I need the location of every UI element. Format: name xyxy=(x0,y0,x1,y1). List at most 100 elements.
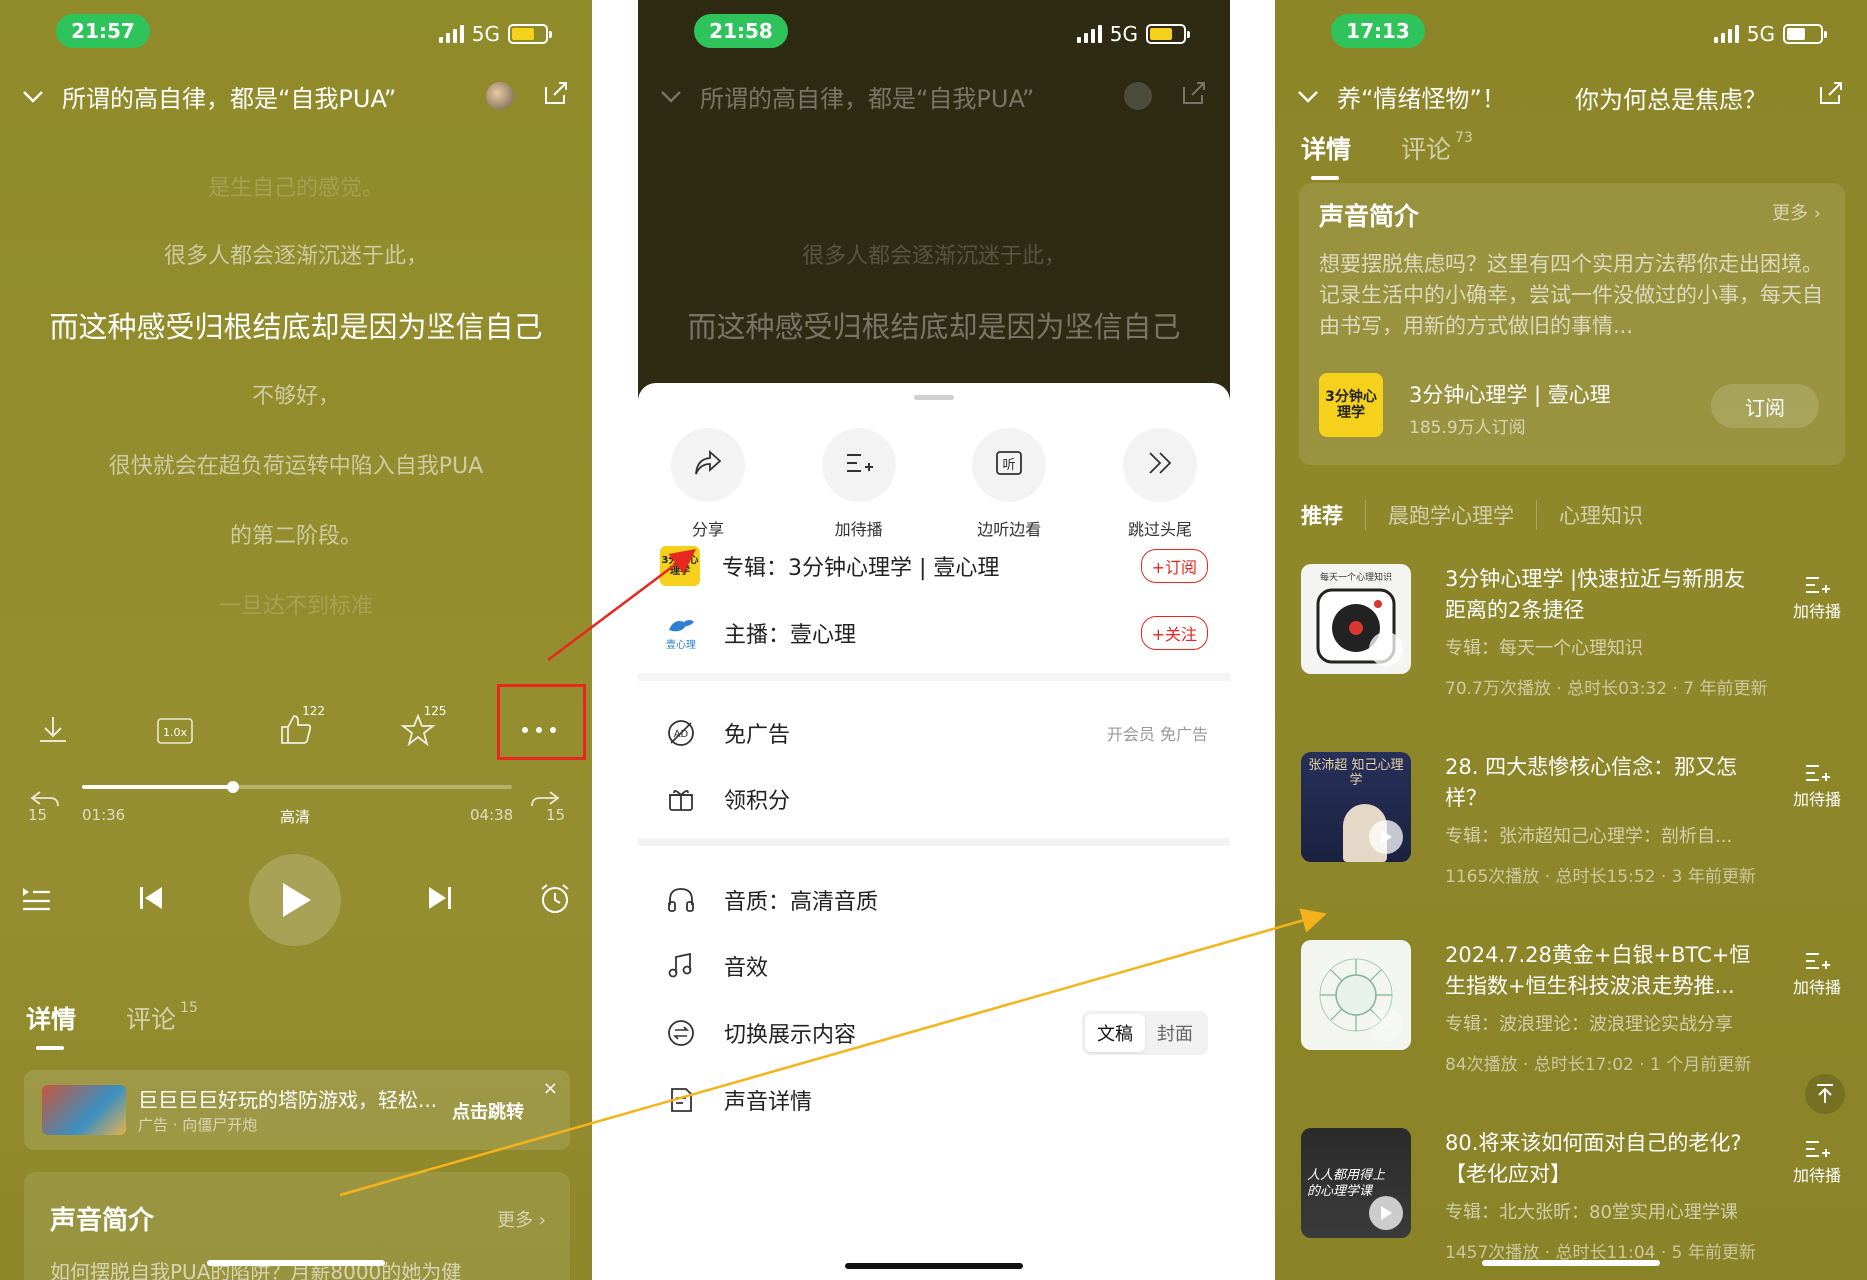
skip-chevrons-icon xyxy=(1144,447,1176,483)
status-bar-right: 5G xyxy=(1713,22,1827,46)
listen-icon: 听 xyxy=(993,447,1025,483)
share-edit-icon[interactable] xyxy=(1817,79,1845,113)
add-to-queue-button[interactable]: 加待播 xyxy=(1787,1138,1847,1186)
no-ads-icon: AD xyxy=(660,712,702,754)
gift-icon xyxy=(660,778,702,820)
status-bar-right: 5G xyxy=(438,22,552,46)
ad-title: 巨巨巨巨好玩的塔防游戏，轻松... xyxy=(138,1088,438,1112)
sound-effects-label: 音效 xyxy=(724,956,769,981)
scroll-to-top-button[interactable] xyxy=(1805,1074,1845,1114)
intro-more-link[interactable]: 更多 › xyxy=(1772,199,1821,225)
intro-more-link[interactable]: 更多 › xyxy=(497,1206,546,1232)
add-to-queue-button[interactable]: 加待播 xyxy=(1787,950,1847,998)
skip-forward-seconds: 15 xyxy=(546,806,566,824)
share-action[interactable]: 分享 xyxy=(658,428,758,540)
screenshot-collage: 21:57 5G 所谓的高自律，都是“自我PUA” 是生自己的感觉。 很多人都会… xyxy=(0,0,1867,1280)
ad-jump-button[interactable]: 点击跳转 xyxy=(452,1098,524,1124)
chevron-down-icon[interactable] xyxy=(22,85,44,107)
host-row[interactable]: 壹心理 主播：壹心理 +关注 xyxy=(638,595,1230,671)
tab-psychology-knowledge[interactable]: 心理知识 xyxy=(1559,500,1665,530)
track-title: 80.将来该如何面对自己的老化?【老化应对】 xyxy=(1445,1131,1742,1186)
track-album: 专辑：每天一个心理知识 xyxy=(1445,638,1643,659)
list-item[interactable]: 人人都用得上的心理学课 80.将来该如何面对自己的老化?【老化应对】 专辑：北大… xyxy=(1301,1128,1847,1278)
album-subscribers: 185.9万人订阅 xyxy=(1409,418,1526,438)
previous-track-icon[interactable] xyxy=(137,884,165,916)
tab-recommend[interactable]: 推荐 xyxy=(1301,500,1366,530)
more-options-screen: 21:58 5G 所谓的高自律，都是“自我PUA” 很多人都会逐渐沉迷于此， 而… xyxy=(638,0,1230,1280)
audio-details-row[interactable]: 声音详情 xyxy=(638,1062,1230,1138)
album-cover[interactable]: 3分钟心理学 xyxy=(1319,373,1383,437)
play-button[interactable] xyxy=(249,854,341,946)
add-to-queue-button[interactable]: 加待播 xyxy=(1787,762,1847,810)
subscribe-button[interactable]: +订阅 xyxy=(1140,549,1208,583)
close-icon[interactable]: × xyxy=(543,1078,558,1099)
track-thumbnail xyxy=(1301,940,1411,1050)
playlist-icon[interactable] xyxy=(20,884,52,916)
track-meta: 84次播放 · 总时长17:02 · 1 个月前更新 xyxy=(1445,1055,1752,1075)
listen-and-read-action[interactable]: 听 边听边看 xyxy=(959,428,1059,540)
speed-button[interactable]: 1.0x xyxy=(142,702,208,758)
home-indicator xyxy=(207,1260,385,1266)
album-row[interactable]: 3分钟心理学 专辑：3分钟心理学 | 壹心理 +订阅 xyxy=(638,528,1230,604)
track-title: 养“情绪怪物”！ xyxy=(1337,84,1506,113)
no-ads-row[interactable]: AD 免广告 开会员 免广告 xyxy=(638,695,1230,771)
arrow-up-icon xyxy=(1817,1084,1833,1103)
subscribe-button[interactable]: 订阅 xyxy=(1711,384,1819,428)
add-to-queue-action[interactable]: 加待播 xyxy=(809,428,909,540)
track-title: 所谓的高自律，都是“自我PUA” xyxy=(62,84,397,113)
album-name[interactable]: 3分钟心理学 | 壹心理 xyxy=(1409,379,1611,409)
share-edit-icon[interactable] xyxy=(542,79,570,113)
status-time: 17:13 xyxy=(1331,14,1425,48)
tab-running-psychology[interactable]: 晨跑学心理学 xyxy=(1388,500,1537,530)
play-icon[interactable] xyxy=(1369,1008,1403,1042)
signal-icon xyxy=(438,25,464,43)
avatar[interactable] xyxy=(486,82,514,110)
no-ads-label: 免广告 xyxy=(724,723,791,748)
next-track-icon[interactable] xyxy=(426,884,454,916)
segment-cover[interactable]: 封面 xyxy=(1145,1014,1205,1052)
total-time: 04:38 xyxy=(470,806,514,824)
album-label: 专辑：3分钟心理学 | 壹心理 xyxy=(722,556,1000,581)
audio-details-label: 声音详情 xyxy=(724,1090,813,1115)
tab-comments[interactable]: 评论 15 xyxy=(126,1000,198,1036)
tab-comments[interactable]: 评论 73 xyxy=(1401,130,1473,166)
switch-icon xyxy=(660,1012,702,1054)
detail-tabs: 详情 评论 15 xyxy=(26,1000,198,1050)
progress-bar[interactable] xyxy=(82,781,512,793)
chevron-down-icon xyxy=(660,85,682,107)
list-item[interactable]: 张沛超 知己心理学 28. 四大悲惨核心信念：那又怎样？ 专辑：张沛超知己心理学… xyxy=(1301,752,1847,902)
ad-subtitle: 广告 · 向僵尸开炮 xyxy=(138,1116,258,1134)
intro-title: 声音简介 xyxy=(50,1206,155,1236)
sleep-timer-icon[interactable] xyxy=(538,881,572,919)
segment-transcript[interactable]: 文稿 xyxy=(1085,1014,1145,1052)
list-item[interactable]: 每天一个心理知识 3分钟心理学 |快速拉近与新朋友距离的2条捷径 专辑：每天一个… xyxy=(1301,564,1847,714)
list-item[interactable]: 2024.7.28黄金+白银+BTC+恒生指数+恒生科技波浪走势推... 专辑：… xyxy=(1301,940,1847,1090)
track-title: 所谓的高自律，都是“自我PUA” xyxy=(700,84,1035,113)
progress-knob[interactable] xyxy=(226,781,239,793)
recommend-tabs: 推荐 晨跑学心理学 心理知识 xyxy=(1301,500,1687,530)
track-thumbnail: 人人都用得上的心理学课 xyxy=(1301,1128,1411,1238)
add-to-queue-button[interactable]: 加待播 xyxy=(1787,574,1847,622)
favorite-button[interactable]: 125 xyxy=(385,702,451,758)
chevron-down-icon[interactable] xyxy=(1297,85,1319,107)
play-icon[interactable] xyxy=(1369,820,1403,854)
tab-detail[interactable]: 详情 xyxy=(26,1000,76,1050)
play-icon[interactable] xyxy=(1369,1196,1403,1230)
like-button[interactable]: 122 xyxy=(263,702,329,758)
album-cover-text: 3分钟心理学 xyxy=(661,555,699,577)
download-button[interactable] xyxy=(20,702,86,758)
battery-icon xyxy=(1783,24,1827,44)
points-row[interactable]: 领积分 xyxy=(638,761,1230,837)
ad-banner[interactable]: 巨巨巨巨好玩的塔防游戏，轻松... 广告 · 向僵尸开炮 点击跳转 × xyxy=(24,1070,570,1150)
quality-label[interactable]: 高清 xyxy=(280,806,310,827)
player-header: 所谓的高自律，都是“自我PUA” xyxy=(660,74,1208,118)
follow-button[interactable]: +关注 xyxy=(1140,616,1208,650)
play-icon[interactable] xyxy=(1369,632,1403,666)
track-album: 专辑：波浪理论：波浪理论实战分享 xyxy=(1445,1014,1733,1035)
tab-detail[interactable]: 详情 xyxy=(1301,130,1351,180)
sheet-grabber[interactable] xyxy=(914,395,954,400)
sound-effects-row[interactable]: 音效 xyxy=(638,928,1230,1004)
audio-quality-row[interactable]: 音质：高清音质 xyxy=(638,862,1230,938)
skip-intro-outro-action[interactable]: 跳过头尾 xyxy=(1110,428,1210,540)
speed-label: 1.0x xyxy=(162,726,186,739)
